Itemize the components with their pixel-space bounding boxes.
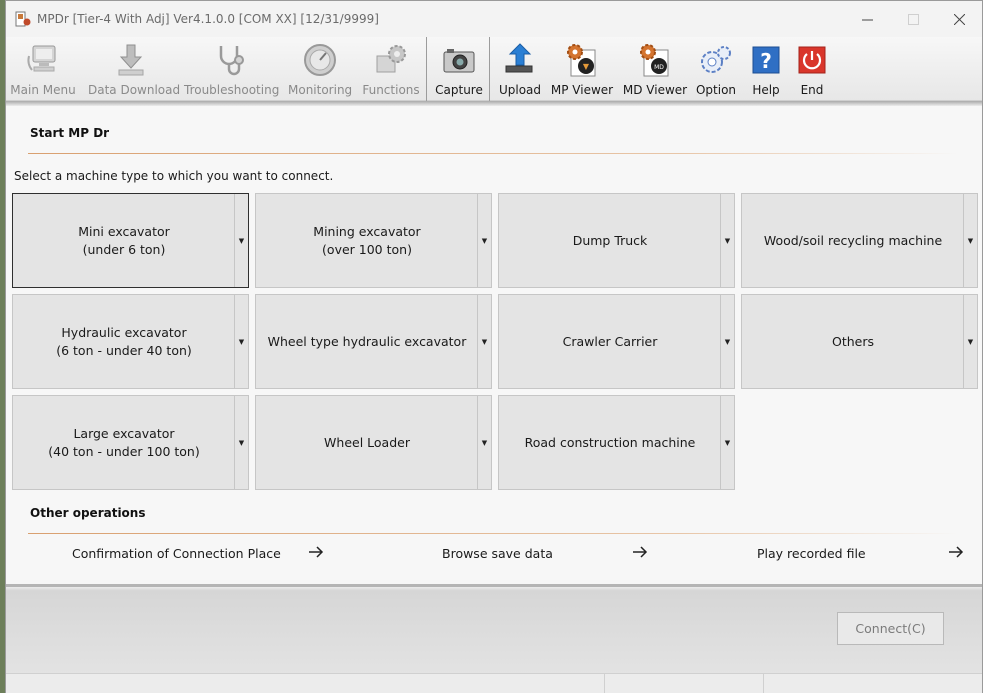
machine-crawler-carrier[interactable]: Crawler Carrier ▼: [498, 294, 735, 389]
other-operations-title: Other operations: [30, 506, 146, 520]
toolbar-label: Functions: [362, 83, 420, 97]
dropdown-arrow-icon[interactable]: ▼: [963, 194, 977, 287]
machine-label: Crawler Carrier: [562, 333, 658, 349]
machine-label: Mini excavator (under 6 ton): [78, 223, 170, 257]
machine-label: Others: [831, 333, 874, 349]
dropdown-arrow-icon[interactable]: ▼: [234, 194, 248, 287]
machine-mini-excavator[interactable]: Mini excavator (under 6 ton) ▼: [12, 193, 249, 288]
upload-icon: [502, 42, 538, 78]
machine-wheel-type-hydraulic-excavator[interactable]: Wheel type hydraulic excavator ▼: [255, 294, 492, 389]
machine-mining-excavator[interactable]: Mining excavator (over 100 ton) ▼: [255, 193, 492, 288]
footer-divider: [6, 584, 982, 587]
arrow-right-icon[interactable]: [307, 543, 325, 561]
confirmation-connection-place-link[interactable]: Confirmation of Connection Place: [72, 546, 281, 561]
toolbar-label: Monitoring: [288, 83, 353, 97]
machine-wood-soil-recycling[interactable]: Wood/soil recycling machine ▼: [741, 193, 978, 288]
section-divider: [28, 153, 958, 154]
toolbar-label: Data Download: [88, 83, 181, 97]
toolbar-capture[interactable]: Capture: [430, 37, 488, 101]
toolbar-troubleshooting[interactable]: Troubleshooting: [184, 37, 280, 101]
start-section-title: Start MP Dr: [30, 126, 110, 140]
toolbar-functions[interactable]: Functions: [360, 37, 422, 101]
machine-label: Dump Truck: [572, 232, 648, 248]
stethoscope-icon: [213, 42, 249, 78]
svg-text:▼: ▼: [583, 62, 590, 71]
computer-icon: [25, 42, 61, 78]
help-icon: ?: [748, 42, 784, 78]
dropdown-arrow-icon[interactable]: ▼: [234, 396, 248, 489]
instruction-text: Select a machine type to which you want …: [14, 169, 334, 183]
toolbar-main-menu[interactable]: Main Menu: [8, 37, 78, 101]
dropdown-arrow-icon[interactable]: ▼: [720, 295, 734, 388]
gears-icon: [373, 42, 409, 78]
browse-save-data-link[interactable]: Browse save data: [442, 546, 553, 561]
machine-label: Mining excavator (over 100 ton): [313, 223, 421, 257]
dropdown-arrow-icon[interactable]: ▼: [477, 396, 491, 489]
download-icon: [113, 42, 149, 78]
toolbar-label: Main Menu: [10, 83, 76, 97]
camera-icon: [441, 42, 477, 78]
toolbar-label: Troubleshooting: [184, 83, 280, 97]
dropdown-arrow-icon[interactable]: ▼: [963, 295, 977, 388]
machine-label: Wheel type hydraulic excavator: [267, 333, 467, 349]
dropdown-arrow-icon[interactable]: ▼: [720, 194, 734, 287]
app-window: MPDr [Tier-4 With Adj] Ver4.1.0.0 [COM X…: [5, 0, 983, 693]
machine-label: Wood/soil recycling machine: [763, 232, 943, 248]
maximize-button[interactable]: [890, 1, 936, 37]
toolbar-label: MP Viewer: [550, 83, 614, 97]
power-icon: [794, 42, 830, 78]
app-logo-icon: [15, 11, 31, 27]
toolbar-separator: [426, 37, 427, 101]
gauge-icon: [302, 42, 338, 78]
minimize-button[interactable]: [844, 1, 890, 37]
section-divider: [28, 533, 958, 534]
machine-label: Road construction machine: [524, 434, 696, 450]
machine-wheel-loader[interactable]: Wheel Loader ▼: [255, 395, 492, 490]
arrow-right-icon[interactable]: [631, 543, 649, 561]
mp-viewer-icon: ▼: [564, 42, 600, 78]
machine-label: Hydraulic excavator (6 ton - under 40 to…: [56, 324, 192, 358]
title-bar: MPDr [Tier-4 With Adj] Ver4.1.0.0 [COM X…: [6, 1, 982, 37]
toolbar-md-viewer[interactable]: MD MD Viewer: [622, 37, 688, 101]
dropdown-arrow-icon[interactable]: ▼: [234, 295, 248, 388]
status-separator: [604, 674, 605, 693]
connect-button[interactable]: Connect(C): [837, 612, 944, 645]
arrow-right-icon[interactable]: [947, 543, 965, 561]
machine-label: Large excavator (40 ton - under 100 ton): [48, 425, 200, 459]
machine-others[interactable]: Others ▼: [741, 294, 978, 389]
dropdown-arrow-icon[interactable]: ▼: [477, 295, 491, 388]
toolbar-upload[interactable]: Upload: [494, 37, 546, 101]
toolbar-label: Capture: [435, 83, 483, 97]
machine-large-excavator[interactable]: Large excavator (40 ton - under 100 ton)…: [12, 395, 249, 490]
dropdown-arrow-icon[interactable]: ▼: [477, 194, 491, 287]
toolbar-label: Upload: [498, 83, 542, 97]
md-viewer-icon: MD: [637, 42, 673, 78]
toolbar-label: Help: [752, 83, 780, 97]
status-separator: [763, 674, 764, 693]
option-gear-icon: [698, 42, 734, 78]
toolbar-label: MD Viewer: [622, 83, 688, 97]
machine-label: Wheel Loader: [324, 434, 410, 450]
toolbar-data-download[interactable]: Data Download: [88, 37, 181, 101]
svg-text:?: ?: [760, 49, 772, 73]
dropdown-arrow-icon[interactable]: ▼: [720, 396, 734, 489]
close-window-button[interactable]: [936, 1, 982, 37]
toolbar-separator: [489, 37, 490, 101]
main-content: Start MP Dr Select a machine type to whi…: [6, 106, 982, 584]
svg-text:MD: MD: [654, 64, 664, 71]
play-recorded-file-link[interactable]: Play recorded file: [757, 546, 866, 561]
toolbar-label: End: [800, 83, 824, 97]
window-title: MPDr [Tier-4 With Adj] Ver4.1.0.0 [COM X…: [37, 12, 379, 26]
machine-hydraulic-excavator[interactable]: Hydraulic excavator (6 ton - under 40 to…: [12, 294, 249, 389]
toolbar-mp-viewer[interactable]: ▼ MP Viewer: [550, 37, 614, 101]
toolbar-option[interactable]: Option: [692, 37, 740, 101]
toolbar-help[interactable]: ? Help: [748, 37, 784, 101]
toolbar: Main Menu Data Download Troubleshooting: [6, 37, 982, 101]
status-bar: [6, 673, 982, 693]
toolbar-monitoring[interactable]: Monitoring: [288, 37, 352, 101]
toolbar-end[interactable]: End: [794, 37, 830, 101]
machine-road-construction[interactable]: Road construction machine ▼: [498, 395, 735, 490]
toolbar-label: Option: [695, 83, 737, 97]
machine-dump-truck[interactable]: Dump Truck ▼: [498, 193, 735, 288]
